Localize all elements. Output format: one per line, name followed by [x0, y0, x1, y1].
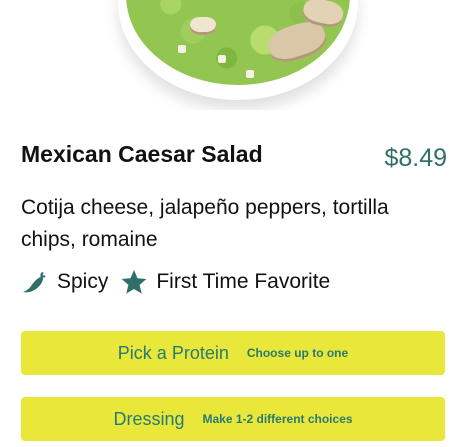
pick-protein-label: Pick a Protein	[117, 342, 229, 363]
star-icon	[121, 270, 147, 294]
salad-image	[0, 0, 474, 110]
item-description: Cotija cheese, jalapeño peppers, tortill…	[21, 196, 389, 251]
item-title: Mexican Caesar Salad	[21, 141, 263, 167]
tag-spicy: Spicy	[21, 268, 108, 296]
tag-first-time-favorite-label: First Time Favorite	[156, 270, 331, 293]
item-price: $8.49	[384, 144, 447, 172]
chili-pepper-icon	[23, 272, 46, 293]
pick-protein-hint: Choose up to one	[246, 346, 349, 360]
pick-protein-button[interactable]: Pick a Protein Choose up to one	[21, 331, 445, 375]
salad-bowl	[118, 0, 358, 100]
menu-item-detail: Mexican Caesar Salad $8.49 Cotija cheese…	[0, 0, 474, 447]
dressing-label: Dressing	[113, 408, 185, 429]
cheese-crumble	[246, 70, 254, 78]
dressing-hint: Make 1-2 different choices	[202, 412, 353, 426]
dressing-button[interactable]: Dressing Make 1-2 different choices	[21, 397, 445, 441]
cheese-crumble	[218, 55, 226, 63]
cheese-piece	[190, 17, 216, 35]
tag-first-time-favorite: First Time Favorite	[120, 268, 330, 296]
item-tags: Spicy First Time Favorite	[21, 266, 330, 298]
cheese-crumble	[178, 45, 186, 53]
tag-spicy-label: Spicy	[57, 270, 109, 293]
